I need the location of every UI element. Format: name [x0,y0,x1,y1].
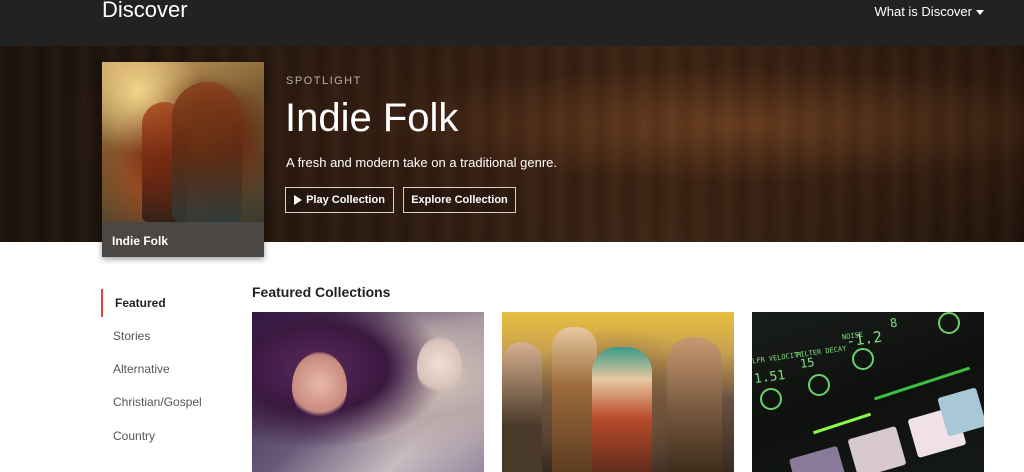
spotlight-description: A fresh and modern take on a traditional… [286,155,558,170]
device-value-3: -1.2 [844,327,884,351]
knob-icon [852,348,874,370]
card-image-portrait [292,352,347,422]
device-meter [813,412,871,435]
brand-title[interactable]: Discover [102,0,188,23]
card-image-person [667,337,722,472]
drum-pad [788,445,846,472]
play-collection-label: Play Collection [306,194,385,206]
explore-collection-label: Explore Collection [411,194,508,206]
sidebar-item-country[interactable]: Country [101,422,231,450]
device-value-4: 8 [889,315,899,331]
spotlight-title: Indie Folk [285,96,459,140]
collection-card-2[interactable] [502,312,734,472]
card-image-portrait-2 [417,337,462,397]
cover-label: Indie Folk [102,222,264,257]
caret-down-icon [976,9,984,15]
sidebar-item-alternative[interactable]: Alternative [101,355,231,383]
spotlight-kicker: SPOTLIGHT [286,75,362,87]
what-is-discover-menu[interactable]: What is Discover [874,4,984,19]
drum-pad [847,425,907,472]
play-icon [294,195,303,205]
collection-card-3[interactable]: LFR VELOCITY FILTER DECAY NOISE 1.51 15 … [752,312,984,472]
card-image-person [592,347,652,472]
collection-card-1[interactable] [252,312,484,472]
card-image-person [552,327,597,472]
spotlight-cover-card[interactable]: Indie Folk [102,62,264,257]
knob-icon [808,374,830,396]
sidebar-item-featured[interactable]: Featured [101,289,231,317]
top-bar: Discover What is Discover [0,0,1024,46]
knob-icon [760,388,782,410]
featured-collections-title: Featured Collections [252,284,391,300]
play-collection-button[interactable]: Play Collection [285,187,394,213]
knob-icon [938,312,960,334]
card-image-person [502,342,542,472]
cover-figure-right [172,82,242,222]
sidebar-item-christian-gospel[interactable]: Christian/Gospel [101,388,231,416]
device-value-2: 15 [799,355,816,371]
sidebar-item-stories[interactable]: Stories [101,322,231,350]
what-is-discover-label: What is Discover [874,4,972,19]
device-value-1: 1.51 [753,367,787,388]
explore-collection-button[interactable]: Explore Collection [403,187,516,213]
